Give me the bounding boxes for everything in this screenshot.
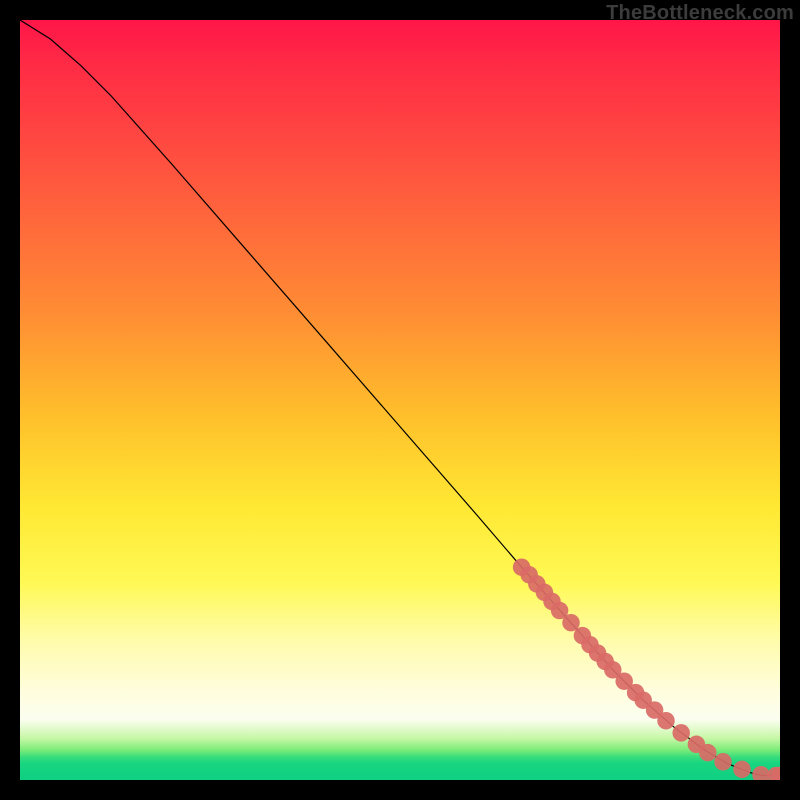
data-markers xyxy=(513,558,780,780)
curve-svg xyxy=(20,20,780,780)
data-marker xyxy=(714,753,731,770)
chart-stage: TheBottleneck.com xyxy=(0,0,800,800)
data-marker xyxy=(657,712,674,729)
plot-area xyxy=(20,20,780,780)
data-marker xyxy=(672,724,689,741)
data-marker xyxy=(733,761,750,778)
bottleneck-curve xyxy=(20,20,780,775)
data-marker xyxy=(752,766,769,780)
data-marker xyxy=(699,744,716,761)
